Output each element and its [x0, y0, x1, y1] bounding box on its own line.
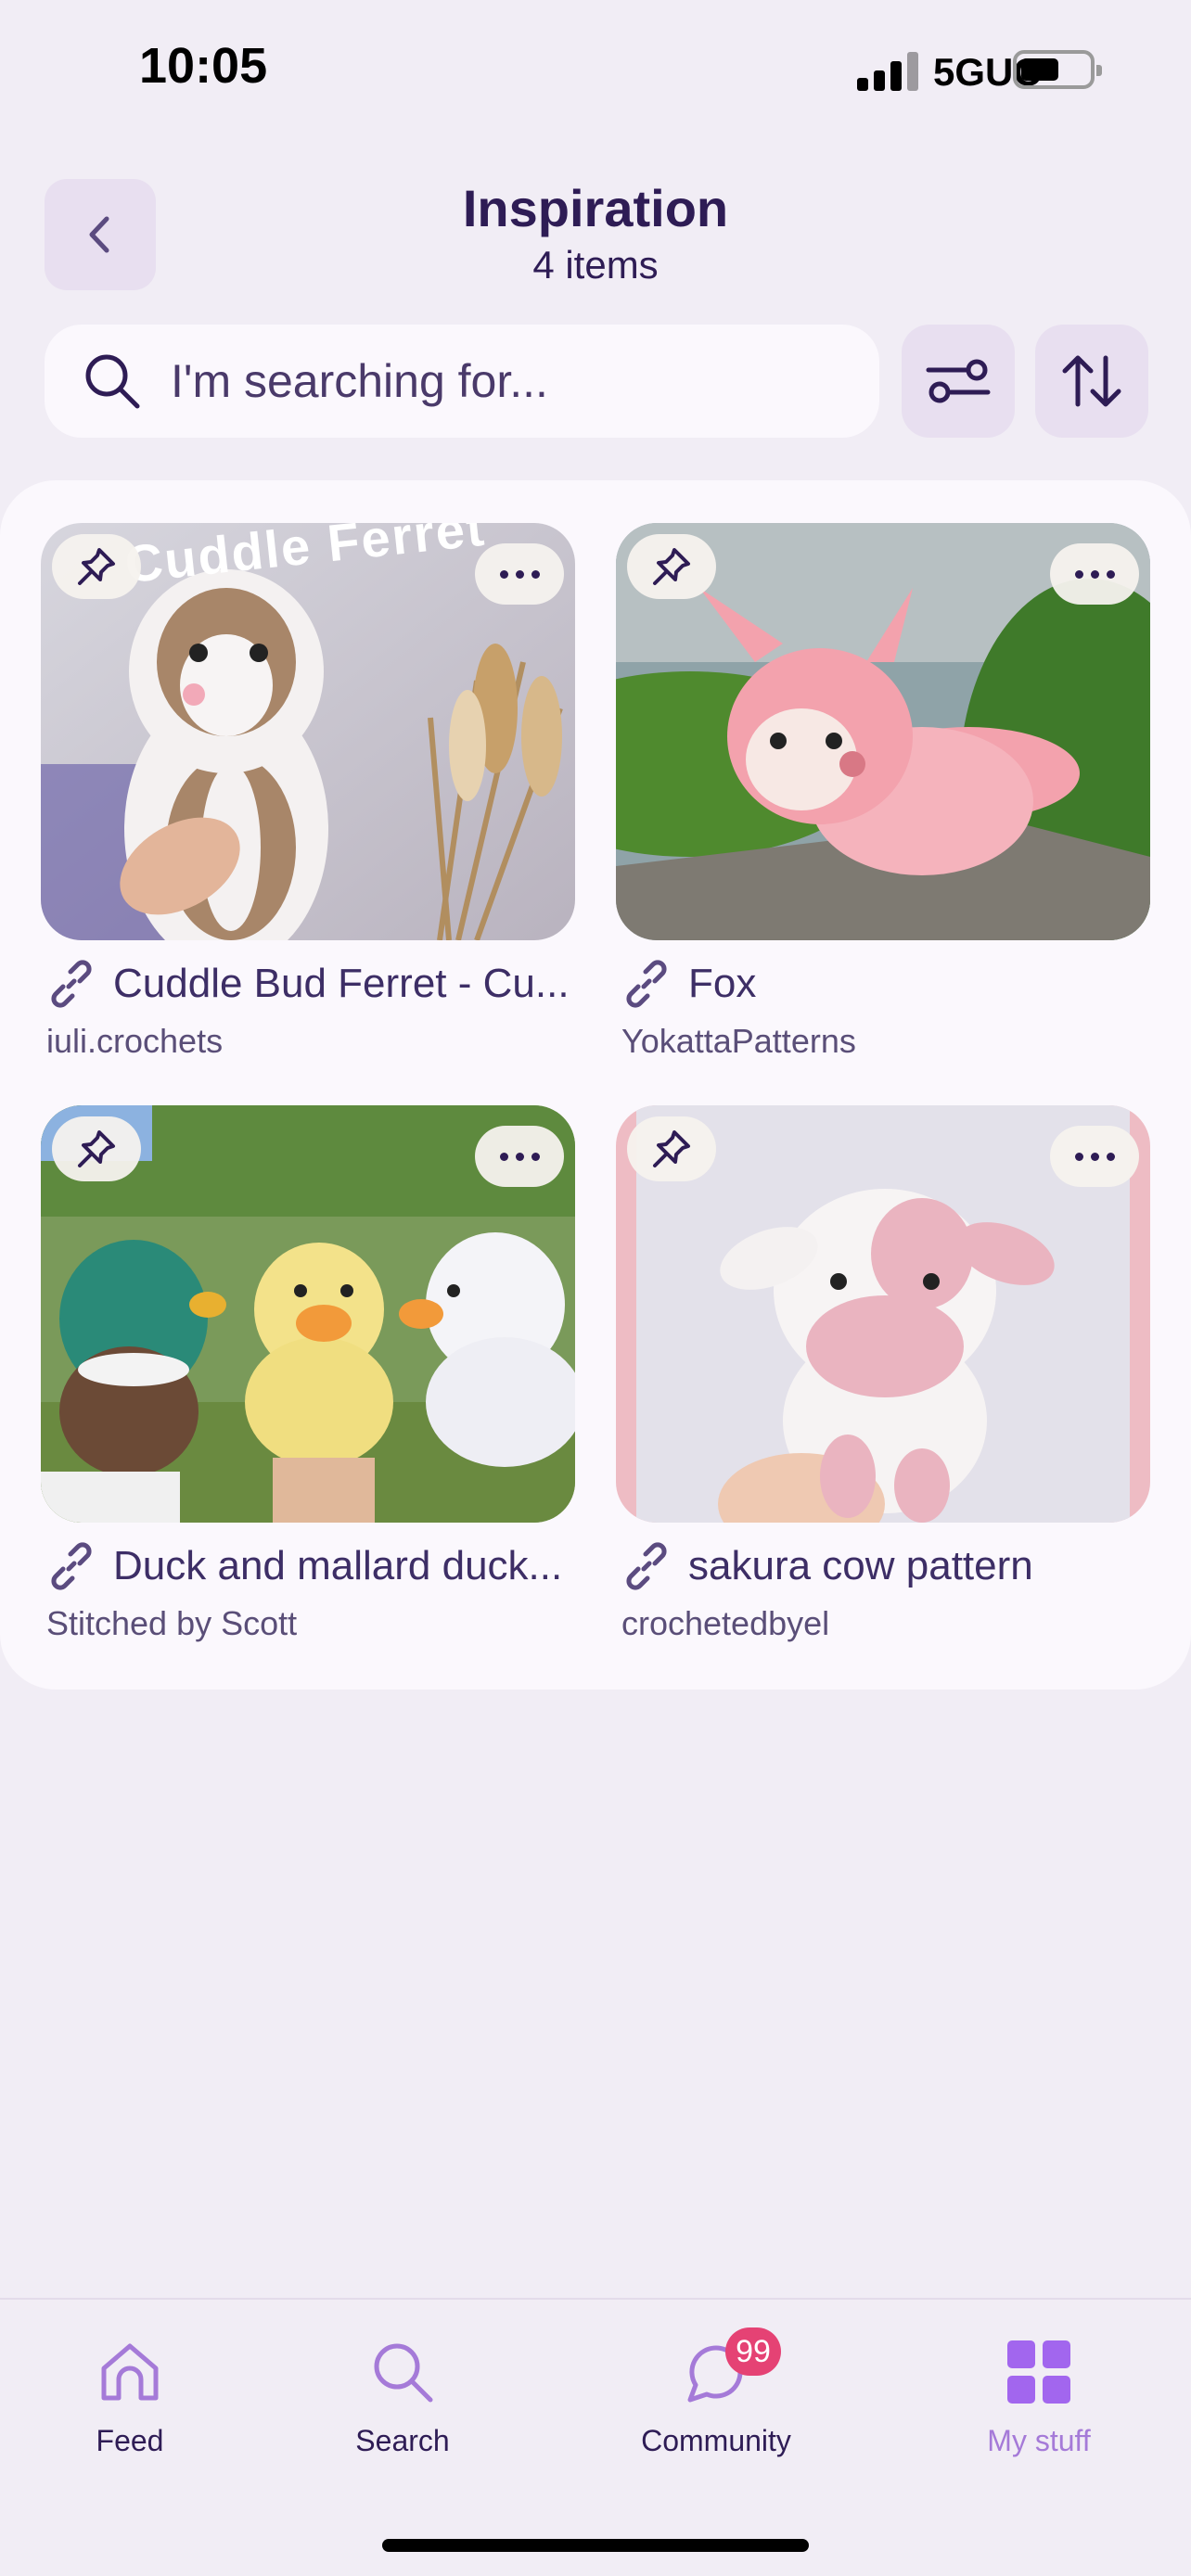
pin-icon: [653, 1130, 690, 1167]
more-options-button[interactable]: [475, 543, 564, 605]
more-options-button[interactable]: [1050, 543, 1139, 605]
item-title[interactable]: Cuddle Bud Ferret - Cu...: [113, 961, 570, 1007]
inspiration-item[interactable]: Duck and mallard duck... Stitched by Sco…: [41, 1105, 575, 1643]
search-icon: [85, 354, 140, 409]
link-icon: [626, 960, 667, 1008]
item-source: iuli.crochets: [46, 1022, 224, 1060]
item-count: 4 items: [532, 243, 659, 287]
more-options-button[interactable]: [475, 1126, 564, 1187]
item-thumbnail[interactable]: [616, 1105, 1150, 1523]
item-source: crochetedbyel: [621, 1604, 830, 1642]
item-thumbnail[interactable]: [41, 1105, 575, 1523]
page-title: Inspiration: [462, 179, 729, 237]
nav-search[interactable]: Search: [301, 2335, 505, 2474]
pin-button[interactable]: [627, 1116, 716, 1181]
item-source: Stitched by Scott: [46, 1604, 298, 1642]
cellular-signal-icon: [857, 52, 922, 91]
nav-my-stuff[interactable]: My stuff: [937, 2335, 1141, 2474]
filter-button[interactable]: [902, 325, 1015, 438]
home-icon: [101, 2343, 159, 2401]
inspiration-item[interactable]: Cuddle Ferret Cuddle Bud Ferret - Cu... …: [41, 523, 575, 1061]
link-icon: [51, 1542, 92, 1590]
status-time: 10:05: [139, 38, 268, 94]
inspiration-item[interactable]: sakura cow pattern crochetedbyel: [616, 1105, 1150, 1643]
search-input[interactable]: [171, 354, 857, 408]
nav-feed[interactable]: Feed: [28, 2335, 232, 2474]
home-indicator[interactable]: [382, 2539, 809, 2552]
item-title[interactable]: sakura cow pattern: [688, 1543, 1033, 1589]
sort-button[interactable]: [1035, 325, 1148, 438]
items-grid: Cuddle Ferret Cuddle Bud Ferret - Cu... …: [0, 480, 1191, 1690]
pin-icon: [78, 1130, 115, 1167]
search-box[interactable]: [45, 325, 879, 438]
nav-label: Community: [641, 2424, 791, 2457]
more-options-button[interactable]: [1050, 1126, 1139, 1187]
grid-icon: [1007, 2340, 1070, 2404]
notification-badge: 99: [725, 2327, 781, 2376]
bottom-nav: Feed Search 99 Community My stuff: [0, 2298, 1191, 2576]
pin-button[interactable]: [52, 1116, 141, 1181]
inspiration-item[interactable]: Fox YokattaPatterns: [616, 523, 1150, 1061]
pin-button[interactable]: [627, 534, 716, 599]
nav-label: Search: [355, 2424, 450, 2457]
pin-button[interactable]: [52, 534, 141, 599]
pin-icon: [653, 548, 690, 585]
sort-arrows-icon: [1062, 355, 1121, 407]
item-source: YokattaPatterns: [621, 1022, 856, 1060]
link-icon: [626, 1542, 667, 1590]
pin-icon: [78, 548, 115, 585]
nav-community[interactable]: 99 Community: [614, 2327, 818, 2474]
link-icon: [51, 960, 92, 1008]
nav-label: My stuff: [987, 2424, 1091, 2457]
battery-icon: [1013, 50, 1102, 89]
filter-sliders-icon: [926, 359, 991, 403]
nav-label: Feed: [96, 2424, 164, 2457]
status-bar: 10:05 5GUC: [0, 0, 1191, 139]
item-thumbnail[interactable]: Cuddle Ferret: [41, 523, 575, 940]
item-title[interactable]: Duck and mallard duck...: [113, 1543, 562, 1589]
search-icon: [374, 2343, 433, 2403]
item-thumbnail[interactable]: [616, 523, 1150, 940]
item-title[interactable]: Fox: [688, 961, 756, 1007]
